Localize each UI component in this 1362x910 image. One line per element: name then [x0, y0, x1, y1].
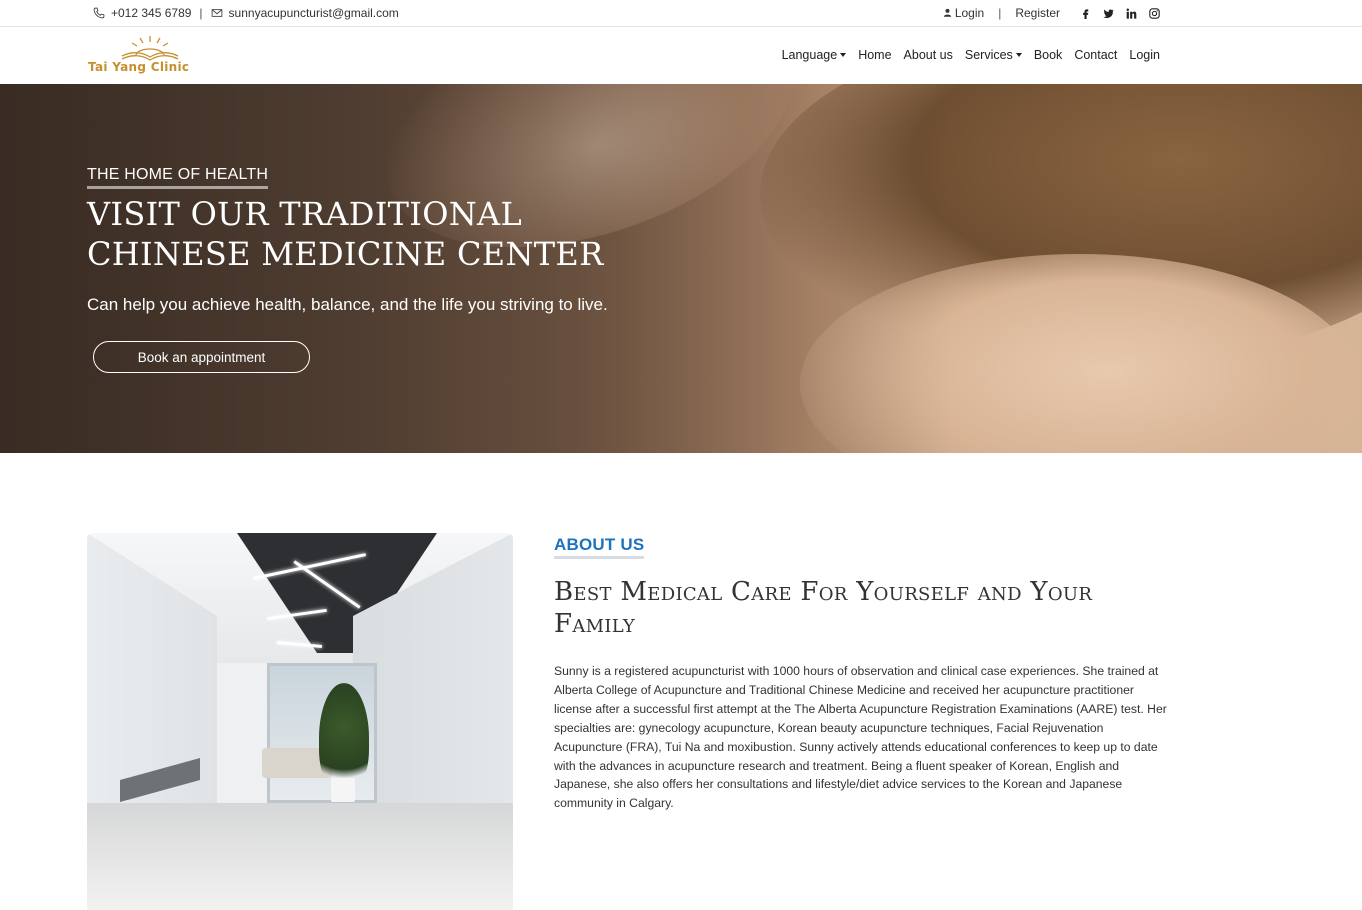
book-appointment-button[interactable]: Book an appointment — [93, 341, 310, 373]
caret-down-icon — [1015, 53, 1022, 57]
image-floor — [87, 803, 513, 910]
nav-contact[interactable]: Contact — [1074, 48, 1117, 62]
clinic-logo[interactable]: Tai Yang Clinic — [88, 34, 213, 78]
image-pot — [331, 778, 355, 802]
user-icon — [943, 6, 952, 20]
instagram-icon[interactable] — [1149, 7, 1160, 19]
hero-title-line1: VISIT OUR TRADITIONAL — [87, 195, 523, 233]
primary-nav: Language Home About us Services Book Con… — [782, 48, 1160, 62]
nav-language[interactable]: Language — [782, 48, 847, 62]
topbar-login-link[interactable]: Login — [955, 6, 984, 20]
nav-book-label: Book — [1033, 48, 1063, 62]
about-us-tag: ABOUT US — [554, 535, 645, 559]
nav-contact-label: Contact — [1074, 48, 1118, 62]
logo-text: Tai Yang Clinic — [88, 60, 190, 74]
contact-divider: | — [199, 6, 203, 20]
hero-banner: THE HOME OF HEALTH VISIT OUR TRADITIONAL… — [0, 84, 1362, 453]
image-plant — [319, 683, 369, 793]
envelope-icon — [211, 7, 223, 19]
facebook-icon[interactable] — [1080, 8, 1091, 19]
social-links — [1080, 7, 1160, 19]
nav-login[interactable]: Login — [1129, 48, 1160, 62]
nav-services-label: Services — [964, 48, 1013, 62]
nav-about-label: About us — [903, 48, 953, 62]
account-divider: | — [998, 6, 1002, 20]
nav-home[interactable]: Home — [858, 48, 891, 62]
nav-language-label: Language — [781, 48, 838, 62]
hero-title: VISIT OUR TRADITIONAL CHINESE MEDICINE C… — [87, 194, 647, 274]
topbar-register-link[interactable]: Register — [1015, 6, 1060, 20]
main-navbar: Tai Yang Clinic Language Home About us S… — [0, 28, 1362, 84]
hero-eyebrow: THE HOME OF HEALTH — [87, 166, 269, 189]
nav-services[interactable]: Services — [965, 48, 1022, 62]
nav-login-label: Login — [1129, 48, 1160, 62]
hero-subtitle: Can help you achieve health, balance, an… — [87, 295, 608, 314]
nav-home-label: Home — [858, 48, 892, 62]
linkedin-icon[interactable] — [1126, 7, 1137, 19]
phone-number[interactable]: +012 345 6789 — [111, 6, 191, 20]
twitter-icon[interactable] — [1103, 8, 1114, 19]
about-body: Sunny is a registered acupuncturist with… — [554, 664, 1167, 811]
about-title: Best Medical Care For Yourself and Your … — [554, 577, 1093, 639]
hero-title-line2: CHINESE MEDICINE CENTER — [87, 235, 604, 273]
nav-about-us[interactable]: About us — [904, 48, 953, 62]
top-contact-bar: +012 345 6789 | sunnyacupuncturist@gmail… — [0, 0, 1362, 27]
phone-icon — [93, 7, 105, 19]
contact-info: +012 345 6789 | sunnyacupuncturist@gmail… — [93, 6, 399, 20]
email-address[interactable]: sunnyacupuncturist@gmail.com — [229, 6, 399, 20]
nav-book[interactable]: Book — [1034, 48, 1063, 62]
caret-down-icon — [840, 53, 847, 57]
account-links: Login | Register — [943, 6, 1160, 20]
clinic-hallway-image — [87, 533, 513, 910]
